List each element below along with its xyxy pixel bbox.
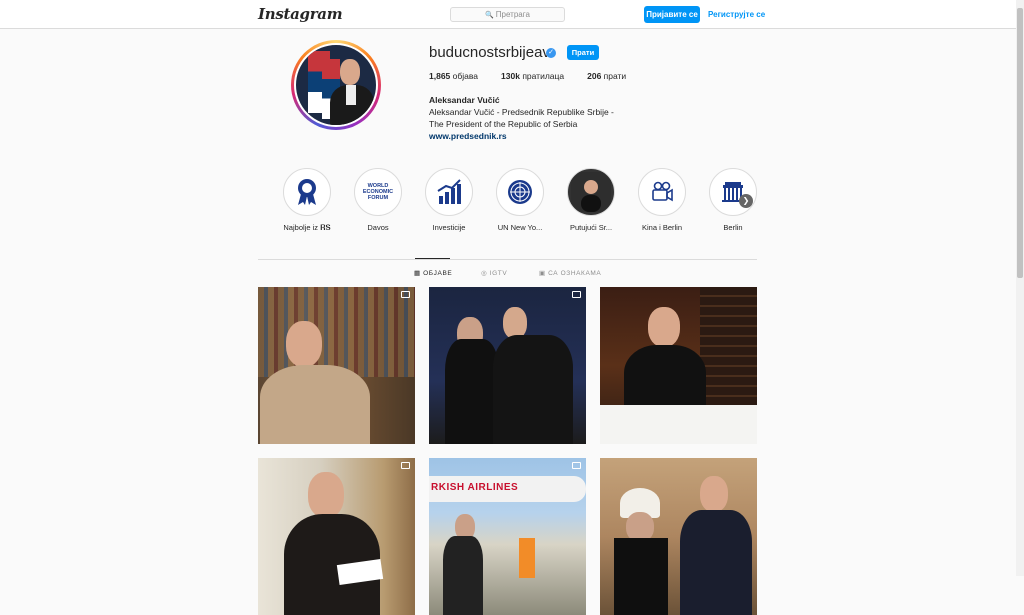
following-label: прати [603,71,627,81]
camera-video-icon [642,172,682,212]
profile-stats: 1,865 објава 130k пратилаца 206 прати [429,71,626,81]
person-suit [493,335,573,444]
tab-tagged[interactable]: ▣ СА ОЗНАКАМА [539,269,601,277]
posts-count: 1,865 [429,71,451,81]
profile-website-link[interactable]: www.predsednik.rs [429,131,507,141]
portrait-photo-icon [571,172,611,212]
ribbon-award-icon [287,172,327,212]
verified-badge-icon: ✓ [546,48,556,58]
avatar-shirt [346,85,356,105]
followers-count: 130k [501,71,520,81]
world-economic-forum-icon: WORLD ECONOMIC FORUM [358,172,398,212]
highlight-item[interactable]: Najbolje iz 𝐑𝐒 [272,168,342,233]
highlight-label: UN New Yo... [497,223,543,232]
person-sweater [260,365,370,444]
avatar-face [340,59,360,85]
grid-icon: ▦ [414,270,424,277]
tab-posts-label: ОБЈАВЕ [423,270,453,277]
highlight-label: Investicije [432,223,466,232]
wine-rack [700,287,757,407]
highlight-label: Davos [367,223,389,232]
person-robe [614,538,668,615]
person-robe [445,339,499,444]
top-navigation-bar: Instagram 🔍 Претрага Пријавите се Регистр… [0,0,1016,29]
person-head [286,321,322,367]
story-highlights: Najbolje iz 𝐑𝐒 WORLD ECONOMIC FORUM Davo… [272,168,757,238]
video-icon [401,291,410,298]
followers-stat[interactable]: 130k пратилаца [501,71,564,81]
tab-tagged-label: СА ОЗНАКАМА [548,270,602,277]
person-suit [680,510,752,615]
igtv-icon: ◎ [481,270,490,277]
posts-label: објава [452,71,479,81]
carousel-icon [572,462,581,469]
un-emblem-icon [500,172,540,212]
bar-chart-growth-icon [429,172,469,212]
highlight-label: Berlin [723,223,743,232]
highlight-item[interactable]: Kina i Berlin [627,168,697,232]
post-thumbnail[interactable]: RKISH AIRLINES [429,458,586,615]
post-thumbnail[interactable] [258,458,415,615]
scrollbar-thumb[interactable] [1017,8,1023,278]
bookshelf [258,287,415,377]
active-tab-indicator [415,258,450,259]
tabs-divider [258,259,757,260]
highlight-label: Kina i Berlin [641,223,683,232]
post-thumbnail[interactable] [600,287,757,444]
highlight-label: Najbolje iz 𝐑𝐒 [283,223,331,232]
tablecloth [600,405,757,444]
profile-full-name: Aleksandar Vučić [429,95,500,105]
highlight-item[interactable]: UN New Yo... [485,168,555,232]
search-icon: 🔍 [485,12,494,19]
post-thumbnail[interactable] [429,287,586,444]
wef-logo-text: WORLD ECONOMIC FORUM [362,183,394,201]
person-head [648,307,680,347]
profile-bio: Aleksandar Vučić - Predsednik Republike … [429,106,629,130]
profile-username: buducnostsrbijeav [429,44,550,61]
following-stat[interactable]: 206 прати [587,71,626,81]
tab-posts[interactable]: ▦ ОБЈАВЕ [414,269,452,277]
highlight-item[interactable]: WORLD ECONOMIC FORUM Davos [343,168,413,232]
posts-stat: 1,865 објава [429,71,478,81]
instagram-logo[interactable]: Instagram [258,5,343,23]
highlight-item[interactable]: Berlin [698,168,768,232]
search-input[interactable]: 🔍 Претрага [450,7,565,22]
post-thumbnail[interactable] [600,458,757,615]
carousel-icon [572,291,581,298]
tab-igtv[interactable]: ◎ IGTV [481,269,507,277]
following-count: 206 [587,71,602,81]
signup-link[interactable]: Региструјте се [708,6,765,23]
airline-banner-text: RKISH AIRLINES [431,482,519,493]
highlight-label: Putujući Sr... [569,223,613,232]
login-button[interactable]: Пријавите се [644,6,700,23]
highlight-item[interactable]: Putujući Sr... [556,168,626,232]
bio-line: Aleksandar Vučić - Predsednik Republike … [429,107,614,117]
search-placeholder: Претрага [495,10,530,19]
followers-label: пратилаца [522,71,565,81]
chevron-right-icon[interactable]: ❯ [739,194,753,208]
tab-igtv-label: IGTV [489,270,508,277]
carousel-icon [401,462,410,469]
bio-line: The President of the Republic of Serbia [429,119,578,129]
worker-vest [519,538,535,578]
follow-button[interactable]: Прати [567,45,599,60]
person-head [700,476,728,512]
post-thumbnail[interactable] [258,287,415,444]
person-head [308,472,344,518]
profile-avatar-ring[interactable] [291,40,381,130]
highlight-item[interactable]: Investicije [414,168,484,232]
profile-avatar[interactable] [294,43,378,127]
tagged-icon: ▣ [539,270,549,277]
